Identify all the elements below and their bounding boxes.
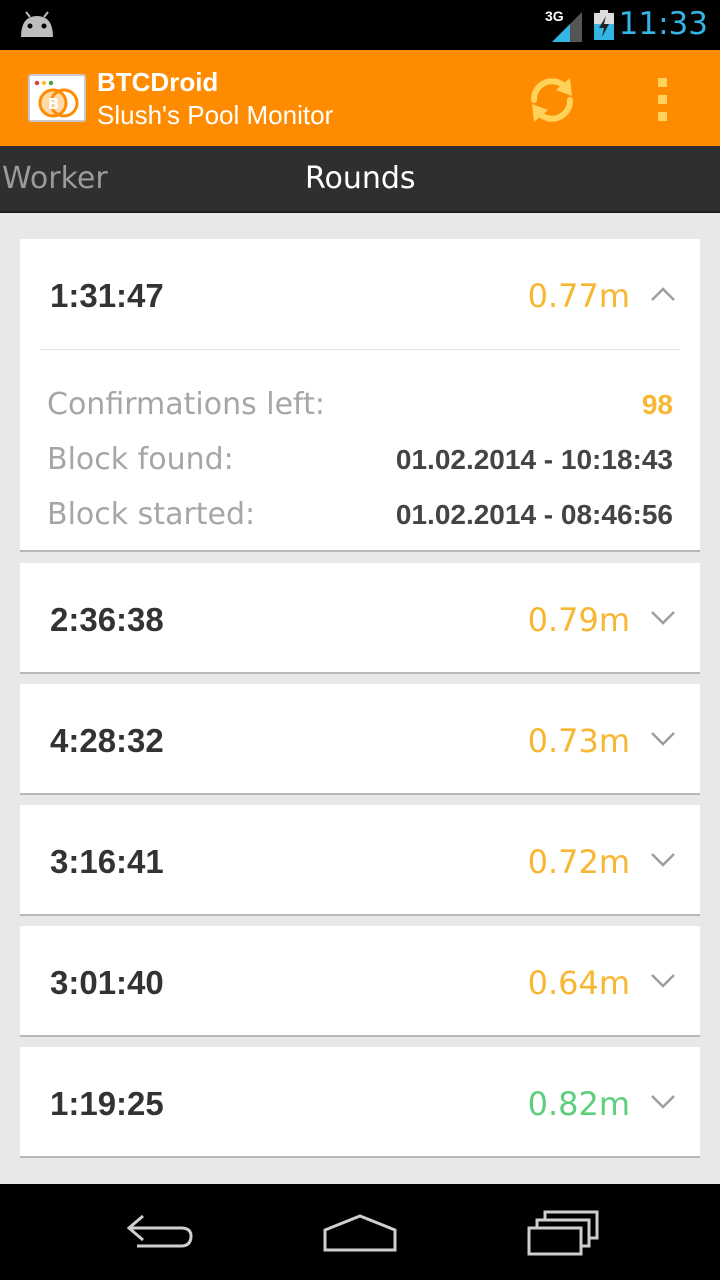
round-card[interactable]: 3:01:40 0.64m xyxy=(20,926,700,1037)
round-reward: 0.73m xyxy=(527,722,630,760)
detail-confirmations: Confirmations left: 98 xyxy=(47,385,673,425)
detail-block-found: Block found: 01.02.2014 - 10:18:43 xyxy=(47,440,673,480)
chevron-down-icon[interactable] xyxy=(650,731,676,747)
android-icon xyxy=(21,11,53,37)
confirmations-value: 98 xyxy=(641,389,673,420)
round-duration: 3:16:41 xyxy=(50,843,164,880)
divider xyxy=(40,349,680,350)
svg-text:B: B xyxy=(48,95,59,113)
round-card[interactable]: 4:28:32 0.73m xyxy=(20,684,700,795)
back-icon[interactable] xyxy=(115,1206,205,1258)
round-header[interactable]: 3:01:40 0.64m xyxy=(20,926,700,1036)
detail-block-started: Block started: 01.02.2014 - 08:46:56 xyxy=(47,495,673,535)
round-reward: 0.72m xyxy=(527,843,630,881)
block-found-value: 01.02.2014 - 10:18:43 xyxy=(395,444,673,475)
round-header[interactable]: 4:28:32 0.73m xyxy=(20,684,700,794)
round-duration: 1:31:47 xyxy=(50,277,164,314)
refresh-icon[interactable] xyxy=(526,74,578,126)
clock: 11:33 xyxy=(618,6,708,42)
chevron-down-icon[interactable] xyxy=(650,852,676,868)
round-card[interactable]: 2:36:38 0.79m xyxy=(20,563,700,674)
round-reward: 0.82m xyxy=(527,1085,630,1123)
signal-icon xyxy=(552,12,582,42)
tab-rounds[interactable]: Rounds xyxy=(305,162,416,196)
round-card[interactable]: 1:31:47 0.77m Confirmations left: 98 Blo… xyxy=(20,239,700,552)
round-duration: 4:28:32 xyxy=(50,722,164,759)
round-duration: 1:19:25 xyxy=(50,1085,164,1122)
round-reward: 0.77m xyxy=(527,277,630,315)
app-subtitle: Slush's Pool Monitor xyxy=(97,100,334,130)
battery-charging-icon xyxy=(594,10,614,40)
round-duration: 3:01:40 xyxy=(50,964,164,1001)
detail-label: Block found: xyxy=(47,442,234,477)
detail-label: Block started: xyxy=(47,497,256,532)
recent-apps-icon[interactable] xyxy=(515,1206,605,1258)
app-logo-icon[interactable]: B xyxy=(28,74,86,122)
round-duration: 2:36:38 xyxy=(50,601,164,638)
chevron-down-icon[interactable] xyxy=(650,1094,676,1110)
round-header[interactable]: 3:16:41 0.72m xyxy=(20,805,700,915)
status-bar: 3G 11:33 xyxy=(0,0,720,50)
navigation-bar xyxy=(0,1184,720,1280)
chevron-up-icon[interactable] xyxy=(650,286,676,302)
tab-bar: Worker Rounds xyxy=(0,146,720,213)
app-title: BTCDroid xyxy=(97,67,219,97)
round-header[interactable]: 2:36:38 0.79m xyxy=(20,563,700,673)
detail-label: Confirmations left: xyxy=(47,387,325,422)
home-icon[interactable] xyxy=(315,1206,405,1258)
chevron-down-icon[interactable] xyxy=(650,973,676,989)
action-bar: B BTCDroid Slush's Pool Monitor xyxy=(0,50,720,146)
block-started-value: 01.02.2014 - 08:46:56 xyxy=(395,499,673,530)
tab-worker[interactable]: Worker xyxy=(2,162,108,196)
app-screen: 3G 11:33 B BTCDroid Slush's Pool Monitor… xyxy=(0,0,720,1280)
overflow-menu-icon[interactable] xyxy=(645,76,681,124)
round-reward: 0.64m xyxy=(527,964,630,1002)
round-header[interactable]: 1:31:47 0.77m xyxy=(20,239,700,349)
round-card[interactable]: 3:16:41 0.72m xyxy=(20,805,700,916)
round-header[interactable]: 1:19:25 0.82m xyxy=(20,1047,700,1157)
chevron-down-icon[interactable] xyxy=(650,610,676,626)
round-card[interactable]: 1:19:25 0.82m xyxy=(20,1047,700,1158)
round-reward: 0.79m xyxy=(527,601,630,639)
